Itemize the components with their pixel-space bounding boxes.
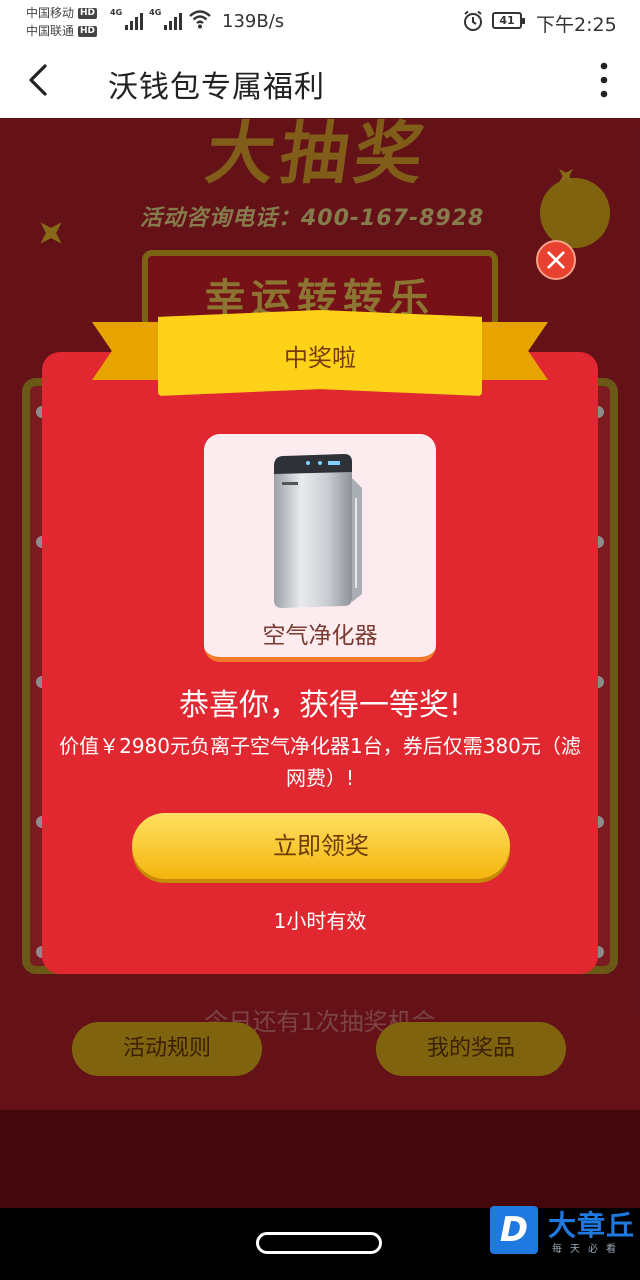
more-vertical-icon[interactable] xyxy=(586,58,622,102)
network-speed: 139B/s xyxy=(222,11,285,32)
system-nav-bar xyxy=(0,1208,640,1280)
hd-badge: HD xyxy=(78,7,98,19)
wifi-icon xyxy=(189,10,212,29)
signal-indicators: 4G 4G xyxy=(110,8,212,30)
ribbon-banner: 中奖啦 xyxy=(92,310,548,400)
ribbon-title: 中奖啦 xyxy=(284,344,356,372)
battery-icon: 41 xyxy=(492,12,525,29)
watermark-subtitle: 每天必看 xyxy=(552,1244,624,1255)
carrier-name-1: 中国移动 xyxy=(26,6,75,20)
congrats-heading: 恭喜你，获得一等奖! xyxy=(178,688,462,723)
carrier-name-2: 中国联通 xyxy=(26,24,75,38)
title-bar: 沃钱包专属福利 xyxy=(0,44,640,118)
hd-badge: HD xyxy=(78,25,98,37)
carrier-info: 中国移动 HD 中国联通 HD xyxy=(26,4,98,40)
chevron-left-icon[interactable] xyxy=(18,58,62,102)
prize-description: 价值￥2980元负离子空气净化器1台，券后仅需380元（滤网费）! xyxy=(59,734,581,790)
close-icon[interactable] xyxy=(536,240,576,280)
battery-level: 41 xyxy=(499,14,515,27)
clock: 下午2:25 xyxy=(536,14,617,36)
page-title: 沃钱包专属福利 xyxy=(108,70,325,105)
prize-name: 空气净化器 xyxy=(262,623,378,649)
air-purifier-image xyxy=(274,454,362,608)
claim-prize-button[interactable]: 立即领奖 xyxy=(132,813,510,879)
signal-icon: 4G xyxy=(110,8,144,30)
validity-note: 1小时有效 xyxy=(273,909,367,933)
watermark-title: 大章丘 xyxy=(548,1209,636,1242)
home-gesture-bar[interactable] xyxy=(256,1232,382,1254)
status-bar: 中国移动 HD 中国联通 HD 4G 4G 139B/s 41 下午2:25 xyxy=(0,0,640,44)
signal-icon: 4G xyxy=(149,8,183,30)
alarm-icon xyxy=(464,10,482,31)
watermark-logo: D xyxy=(490,1206,538,1254)
prize-card: 空气净化器 xyxy=(204,434,436,662)
